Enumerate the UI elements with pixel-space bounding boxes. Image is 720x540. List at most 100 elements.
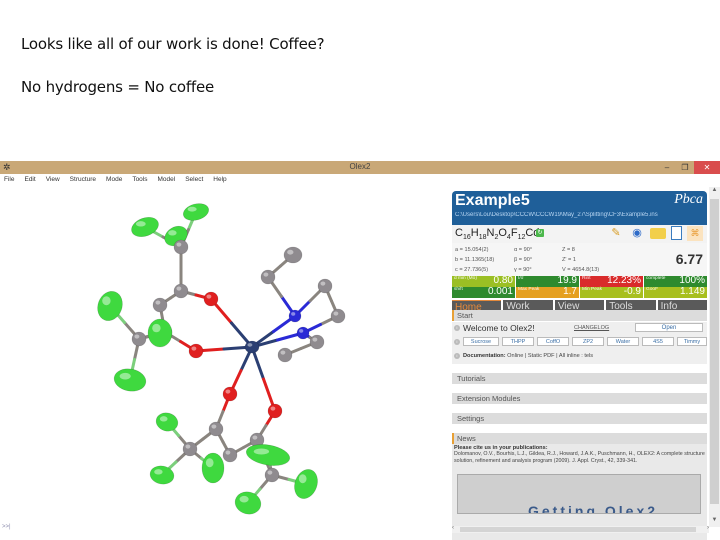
news-image[interactable]: Getting Olex2 — [457, 474, 701, 514]
atom-carbon-c15[interactable] — [182, 441, 198, 457]
pencil-icon[interactable]: ✎ — [608, 226, 624, 241]
formula-element: H — [470, 227, 479, 239]
menu-structure[interactable]: Structure — [70, 174, 96, 185]
menu-edit[interactable]: Edit — [24, 174, 35, 185]
open-button[interactable]: Open — [635, 323, 703, 332]
panel-horizontal-scrollbar[interactable]: ‹ › — [452, 525, 709, 533]
molecule-viewport[interactable]: >>| — [0, 185, 450, 540]
atom-highlight — [298, 474, 307, 484]
title-bar[interactable]: ✲ Olex2 – ❐ ✕ — [0, 161, 720, 174]
info-icon[interactable]: i — [454, 353, 460, 359]
stat-value: 19.9 — [557, 275, 577, 286]
command-prompt[interactable]: >>| — [2, 524, 11, 530]
stat-shift[interactable]: shift 0.001 — [452, 286, 515, 298]
atom-carbon-c11[interactable] — [277, 347, 293, 363]
structure-icon[interactable]: ⌘ — [687, 226, 703, 241]
slide: Looks like all of our work is done! Coff… — [0, 0, 720, 540]
atom-oxygen-o1[interactable] — [203, 291, 219, 307]
olex2-html-panel: Example5 Pbca C:\Users\Lou\Desktop\CCCW\… — [452, 191, 708, 540]
atom-fluorine-f6[interactable] — [112, 366, 147, 393]
cell-a: a = 15.054(2) — [455, 247, 489, 253]
atom-carbon-c9[interactable] — [330, 308, 346, 324]
atom-fluorine-f11[interactable] — [291, 466, 322, 502]
atom-fluorine-f2[interactable] — [181, 201, 210, 223]
atom-fluorine-f9[interactable] — [201, 452, 225, 484]
scroll-down-icon[interactable]: ▼ — [709, 517, 720, 527]
folder-icon[interactable] — [650, 228, 666, 239]
atom-fluorine-f10[interactable] — [245, 441, 292, 468]
atom-carbon-c2[interactable] — [173, 283, 189, 299]
sample-water-button[interactable]: Water — [607, 337, 639, 346]
chemical-formula[interactable]: C16H18N2O4F12Cd — [455, 227, 539, 241]
section-start[interactable]: Start — [452, 310, 707, 321]
atom-highlight — [176, 286, 182, 291]
atom-carbon-c13[interactable] — [222, 447, 238, 463]
atom-oxygen-o3[interactable] — [222, 386, 238, 402]
changelog-link[interactable]: CHANGELOG — [574, 325, 609, 331]
sample-thpp-button[interactable]: THPP — [502, 337, 534, 346]
atom-carbon-c3[interactable] — [152, 297, 168, 313]
scrollbar-thumb[interactable] — [710, 199, 719, 504]
space-group[interactable]: Pbca — [674, 192, 703, 208]
atom-highlight — [134, 334, 140, 339]
menu-view[interactable]: View — [46, 174, 60, 185]
scroll-right-icon[interactable]: › — [707, 525, 709, 531]
atom-carbon-c5[interactable] — [131, 331, 147, 347]
sample-zp2-button[interactable]: ZP2 — [572, 337, 604, 346]
atom-nitrogen-n1[interactable] — [288, 309, 302, 323]
hscrollbar-thumb[interactable] — [460, 527, 696, 532]
atom-carbon-c7[interactable] — [260, 269, 276, 285]
sample-coffo-button[interactable]: CoffO — [537, 337, 569, 346]
file-path[interactable]: C:\Users\Lou\Desktop\CCCW\CCCW19\May_27\… — [455, 212, 703, 218]
atom-fluorine-f1[interactable] — [129, 214, 161, 240]
globe-icon[interactable]: ◉ — [629, 226, 645, 241]
info-icon[interactable]: i — [454, 339, 460, 345]
stat-goof[interactable]: GooF 1.149 — [644, 286, 707, 298]
atom-cadmium-cd[interactable] — [244, 340, 260, 354]
menu-select[interactable]: Select — [185, 174, 203, 185]
stat-min-peak[interactable]: Min Peak -0.9 — [580, 286, 643, 298]
atom-carbon-c1[interactable] — [173, 239, 189, 255]
menu-help[interactable]: Help — [213, 174, 226, 185]
atom-oxygen-o4[interactable] — [267, 403, 283, 419]
minimize-button[interactable]: – — [658, 161, 676, 174]
r-factor: 6.77 — [675, 251, 703, 267]
atom-highlight — [191, 346, 197, 351]
atom-fluorine-f12[interactable] — [233, 489, 264, 517]
menu-mode[interactable]: Mode — [106, 174, 122, 185]
stat-label: d min (Mo) — [454, 276, 477, 281]
menu-tools[interactable]: Tools — [132, 174, 147, 185]
atom-oxygen-o2[interactable] — [188, 343, 204, 359]
formula-element: C — [455, 227, 463, 239]
atom-fluorine-f5[interactable] — [147, 318, 173, 348]
molecule-structure[interactable] — [0, 185, 450, 540]
document-icon[interactable] — [671, 226, 682, 240]
maximize-button[interactable]: ❐ — [676, 161, 694, 174]
stat-max-peak[interactable]: Max Peak 1.7 — [516, 286, 579, 298]
close-button[interactable]: ✕ — [694, 161, 720, 174]
sample-sucrose-button[interactable]: Sucrose — [463, 337, 499, 346]
info-icon[interactable]: i — [454, 325, 460, 331]
section-extension-modules[interactable]: Extension Modules — [452, 393, 707, 404]
docs-link-list[interactable]: Online | Static PDF | All inline : tels — [507, 353, 593, 359]
menu-file[interactable]: File — [4, 174, 14, 185]
scroll-up-icon[interactable]: ▲ — [709, 187, 720, 197]
scroll-left-icon[interactable]: ‹ — [452, 525, 454, 531]
section-settings[interactable]: Settings — [452, 413, 707, 424]
refresh-icon[interactable]: ↻ — [536, 229, 544, 237]
sample-4s5-button[interactable]: 4S5 — [642, 337, 674, 346]
atom-fluorine-f7[interactable] — [154, 410, 180, 433]
sample-timmy-button[interactable]: Timmy — [677, 337, 707, 346]
menu-model[interactable]: Model — [158, 174, 176, 185]
atom-carbon-c16[interactable] — [264, 467, 280, 483]
atom-highlight — [263, 272, 269, 277]
atom-carbon-c8[interactable] — [317, 278, 333, 294]
stat-label: shift — [454, 287, 463, 292]
section-news[interactable]: News — [452, 433, 707, 444]
atom-carbon-c12[interactable] — [208, 421, 224, 437]
atom-carbon-c6[interactable] — [283, 246, 303, 264]
section-tutorials[interactable]: Tutorials — [452, 373, 707, 384]
atom-nitrogen-n2[interactable] — [296, 326, 310, 340]
panel-vertical-scrollbar[interactable]: ▲ ▼ — [709, 187, 720, 527]
atom-carbon-c10[interactable] — [309, 334, 325, 350]
